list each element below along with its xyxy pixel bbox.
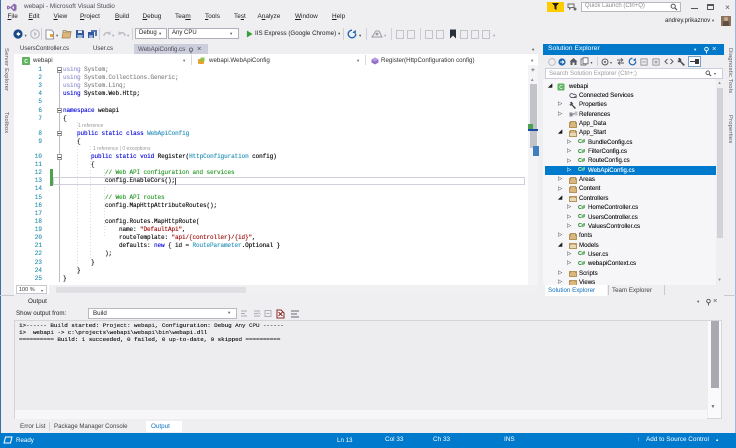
- svg-text:C: C: [24, 59, 28, 65]
- svg-text:C: C: [559, 85, 563, 91]
